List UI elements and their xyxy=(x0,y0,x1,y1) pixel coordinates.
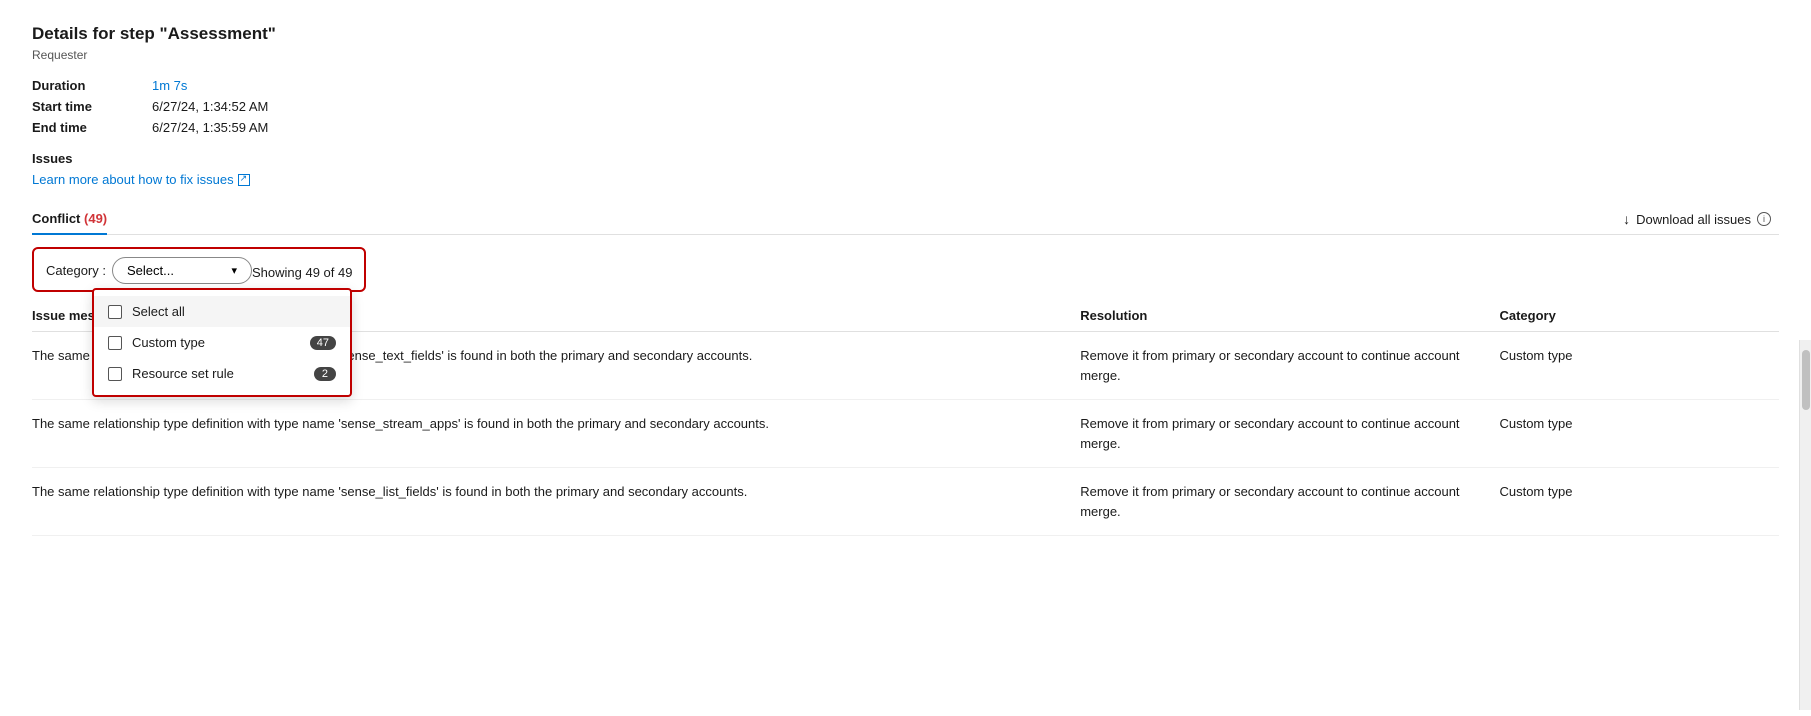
external-link-icon xyxy=(238,174,250,186)
learn-more-link[interactable]: Learn more about how to fix issues xyxy=(32,172,250,187)
chevron-down-icon: ▾ xyxy=(231,264,237,277)
end-time-key: End time xyxy=(32,120,152,135)
select-all-label: Select all xyxy=(132,304,336,319)
tabs-bar: Conflict (49) ↓ Download all issues i xyxy=(32,203,1779,235)
col-header-resolution: Resolution xyxy=(1080,300,1499,332)
download-arrow-icon: ↓ xyxy=(1623,211,1630,227)
col-header-category: Category xyxy=(1499,300,1779,332)
duration-key: Duration xyxy=(32,78,152,93)
scroll-thumb[interactable] xyxy=(1802,350,1810,410)
tab-conflict-label: Conflict xyxy=(32,211,80,226)
cell-category: Custom type xyxy=(1499,400,1779,468)
start-time-value: 6/27/24, 1:34:52 AM xyxy=(152,99,1779,114)
cell-resolution: Remove it from primary or secondary acco… xyxy=(1080,332,1499,400)
scrollbar[interactable] xyxy=(1799,340,1811,710)
tab-conflict-count: (49) xyxy=(84,211,107,226)
custom-type-label: Custom type xyxy=(132,335,300,350)
resource-set-rule-checkbox[interactable] xyxy=(108,367,122,381)
cell-category: Custom type xyxy=(1499,468,1779,536)
custom-type-badge: 47 xyxy=(310,336,336,350)
download-info-icon: i xyxy=(1757,212,1771,226)
start-time-key: Start time xyxy=(32,99,152,114)
download-all-button[interactable]: ↓ Download all issues i xyxy=(1615,207,1779,231)
cell-message: The same relationship type definition wi… xyxy=(32,468,1080,536)
requester-label: Requester xyxy=(32,48,1779,62)
table-row: The same relationship type definition wi… xyxy=(32,468,1779,536)
category-dropdown-menu: Select all Custom type 47 Resource set r… xyxy=(92,288,352,397)
cell-message: The same relationship type definition wi… xyxy=(32,400,1080,468)
dropdown-item-resource-set-rule[interactable]: Resource set rule 2 xyxy=(94,358,350,389)
filter-row: Category : Select... ▾ Select all xyxy=(32,247,1779,292)
category-dropdown-trigger[interactable]: Select... ▾ xyxy=(112,257,252,284)
category-filter-label: Category : xyxy=(46,263,106,278)
tab-conflict[interactable]: Conflict (49) xyxy=(32,203,107,234)
learn-more-text: Learn more about how to fix issues xyxy=(32,172,234,187)
duration-value: 1m 7s xyxy=(152,78,1779,93)
cell-resolution: Remove it from primary or secondary acco… xyxy=(1080,400,1499,468)
custom-type-checkbox[interactable] xyxy=(108,336,122,350)
category-dropdown-wrapper: Select... ▾ Select all Custom type 47 xyxy=(112,257,252,284)
resource-set-rule-badge: 2 xyxy=(314,367,336,381)
page-title: Details for step "Assessment" xyxy=(32,24,1779,44)
filter-outline-box: Category : Select... ▾ Select all xyxy=(32,247,366,292)
dropdown-item-custom-type[interactable]: Custom type 47 xyxy=(94,327,350,358)
dropdown-selected-value: Select... xyxy=(127,263,174,278)
download-all-label: Download all issues xyxy=(1636,212,1751,227)
issues-heading: Issues xyxy=(32,151,1779,166)
cell-resolution: Remove it from primary or secondary acco… xyxy=(1080,468,1499,536)
dropdown-item-select-all[interactable]: Select all xyxy=(94,296,350,327)
meta-section: Duration 1m 7s Start time 6/27/24, 1:34:… xyxy=(32,78,1779,135)
select-all-checkbox[interactable] xyxy=(108,305,122,319)
showing-count-text: Showing 49 of 49 xyxy=(252,265,353,280)
resource-set-rule-label: Resource set rule xyxy=(132,366,304,381)
cell-category: Custom type xyxy=(1499,332,1779,400)
end-time-value: 6/27/24, 1:35:59 AM xyxy=(152,120,1779,135)
table-row: The same relationship type definition wi… xyxy=(32,400,1779,468)
